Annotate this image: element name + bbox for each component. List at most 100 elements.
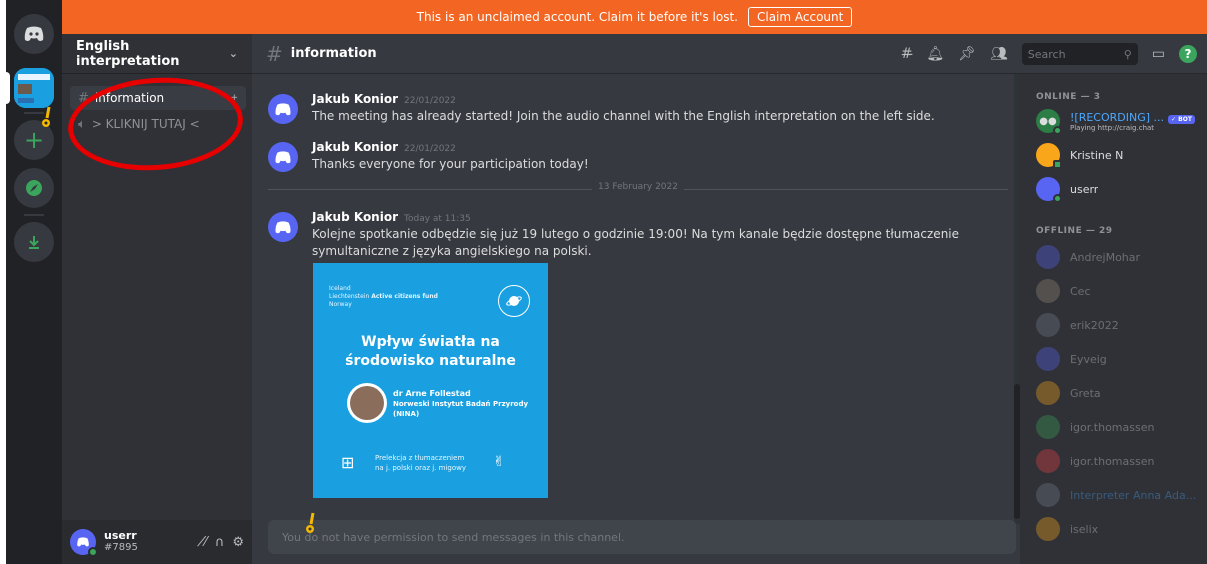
member-item[interactable]: iselix: [1036, 514, 1206, 544]
member-name: ![RECORDING] ... ✓ BOT Playing http://cra…: [1070, 111, 1195, 132]
rail-separator: [24, 214, 44, 216]
message-text: Thanks everyone for your participation t…: [312, 157, 589, 171]
member-item[interactable]: erik2022: [1036, 310, 1206, 340]
date-divider-label: 13 February 2022: [592, 182, 684, 192]
unclaimed-account-banner: This is an unclaimed account. Claim it b…: [62, 0, 1207, 34]
avatar[interactable]: [70, 529, 98, 557]
search-placeholder: Search: [1027, 47, 1066, 61]
headphones-icon[interactable]: ∩: [215, 535, 225, 550]
message: Jakub Konior Today at 11:35 Kolejne spotk…: [268, 210, 1008, 260]
poster-title: Wpływ światła na środowisko naturalne: [345, 334, 516, 369]
bot-face-icon: ●●: [1039, 115, 1057, 127]
member-name: erik2022: [1070, 318, 1119, 332]
mute-microphone-icon[interactable]: ⁄̸: [205, 535, 207, 550]
member-list: ONLINE — 3 ●● ![RECORDING] ... ✓ BOT Play…: [1020, 74, 1207, 564]
member-name: Greta: [1070, 386, 1101, 400]
search-input[interactable]: Search ⚲: [1021, 43, 1138, 65]
message-author[interactable]: Jakub Konior 22/01/2022: [312, 140, 1008, 154]
search-icon: ⚲: [1123, 47, 1132, 61]
compass-icon: [26, 180, 42, 196]
message-author[interactable]: Jakub Konior 22/01/2022: [312, 92, 1008, 106]
bell-icon[interactable]: 🔔︎: [926, 46, 944, 62]
avatar: [1036, 279, 1060, 303]
guild-header[interactable]: English interpretation ⌄: [62, 34, 252, 74]
member-list-icon[interactable]: 👥︎: [990, 46, 1008, 62]
user-tag: #7895: [104, 542, 138, 553]
discord-logo-icon: [275, 102, 291, 115]
guild-name: English interpretation: [76, 38, 180, 69]
avatar: [1036, 143, 1062, 169]
member-item[interactable]: Eyveig: [1036, 344, 1206, 374]
plus-icon: +: [23, 126, 45, 154]
member-item[interactable]: AndrejMohar: [1036, 242, 1206, 272]
mobile-status-icon: [1053, 160, 1062, 169]
member-item[interactable]: igor.thomassen: [1036, 412, 1206, 442]
gear-icon[interactable]: ⚙: [232, 535, 244, 550]
channel-title: information: [290, 46, 377, 61]
server-rail: +: [6, 0, 62, 564]
online-status-icon: [88, 547, 98, 557]
member-name: igor.thomassen: [1070, 454, 1155, 468]
member-item[interactable]: userr: [1036, 174, 1206, 204]
explore-servers-button[interactable]: [14, 168, 54, 208]
event-poster-image[interactable]: Iceland Liechtenstein Active citizens fu…: [313, 263, 548, 498]
member-name: Cec: [1070, 284, 1091, 298]
member-item[interactable]: igor.thomassen: [1036, 446, 1206, 476]
online-group-header: ONLINE — 3: [1036, 92, 1101, 102]
avatar[interactable]: [268, 142, 298, 172]
online-status-icon: [1053, 194, 1062, 203]
avatar: [1036, 245, 1060, 269]
poster-footer: Prelekcja z tłumaczeniem na j. polski or…: [375, 454, 466, 472]
avatar: [1036, 415, 1060, 439]
download-apps-button[interactable]: [14, 222, 54, 262]
member-item[interactable]: ●● ![RECORDING] ... ✓ BOT Playing http://…: [1036, 106, 1206, 136]
message-input[interactable]: You do not have permission to send messa…: [268, 520, 1016, 554]
offline-group-header: OFFLINE — 29: [1036, 226, 1113, 236]
discord-window: + This is an unclaimed account. Claim it…: [6, 0, 1207, 564]
message-author[interactable]: Jakub Konior Today at 11:35: [312, 210, 1008, 224]
avatar[interactable]: [268, 94, 298, 124]
user-controls: ⁄̸ ∩ ⚙: [205, 535, 244, 550]
message-text: Kolejne spotkanie odbędzie się już 19 lu…: [312, 227, 960, 258]
planet-logo-icon: [498, 285, 530, 317]
avatar[interactable]: [268, 212, 298, 242]
help-icon[interactable]: ?: [1179, 45, 1197, 63]
server-icon-english-interpretation[interactable]: [14, 68, 54, 108]
message-timestamp: 22/01/2022: [404, 96, 456, 106]
avatar: [1036, 177, 1062, 203]
user-panel: userr #7895 ⁄̸ ∩ ⚙: [62, 520, 252, 564]
sign-language-icon: ✌: [493, 454, 505, 470]
speaker-photo: [347, 383, 387, 423]
globe-translation-icon: ⊞: [341, 453, 355, 472]
download-icon: [29, 236, 39, 249]
avatar: [1036, 313, 1060, 337]
channel-header: # information #̶ 🔔︎ 📌︎ 👥︎ Search ⚲ ▭ ?: [252, 34, 1207, 74]
inbox-icon[interactable]: ▭: [1152, 46, 1165, 62]
header-toolbar: #̶ 🔔︎ 📌︎ 👥︎ Search ⚲ ▭ ?: [901, 34, 1197, 74]
server-thumbnail-icon: [14, 68, 54, 108]
channel-sidebar: English interpretation ⌄ # information +…: [62, 34, 252, 564]
message-timestamp: Today at 11:35: [404, 214, 471, 224]
annotation-marker-icon: [306, 512, 315, 533]
pin-icon[interactable]: 📌︎: [958, 46, 976, 62]
banner-text: This is an unclaimed account. Claim it b…: [416, 10, 738, 24]
member-item[interactable]: Interpreter Anna Ada...: [1036, 480, 1206, 510]
discord-logo-icon: [275, 150, 291, 163]
avatar: [1036, 483, 1060, 507]
chat-area: # information #̶ 🔔︎ 📌︎ 👥︎ Search ⚲ ▭ ? J…: [252, 34, 1207, 564]
avatar: [1036, 381, 1060, 405]
claim-account-button[interactable]: Claim Account: [747, 7, 853, 27]
message-text: The meeting has already started! Join th…: [312, 109, 935, 123]
poster-speaker: dr Arne Follestad Norweski Instytut Bada…: [393, 389, 529, 418]
member-name: igor.thomassen: [1070, 420, 1155, 434]
chevron-down-icon: ⌄: [228, 47, 238, 60]
message: Jakub Konior 22/01/2022 Thanks everyone f…: [268, 140, 1008, 173]
home-button[interactable]: [14, 14, 54, 54]
threads-icon[interactable]: #̶: [901, 46, 913, 62]
member-name: AndrejMohar: [1070, 250, 1141, 264]
composer-placeholder: You do not have permission to send messa…: [282, 530, 625, 544]
member-item[interactable]: Cec: [1036, 276, 1206, 306]
member-item[interactable]: Greta: [1036, 378, 1206, 408]
member-name: Kristine N: [1070, 148, 1124, 162]
member-item[interactable]: Kristine N: [1036, 140, 1206, 170]
